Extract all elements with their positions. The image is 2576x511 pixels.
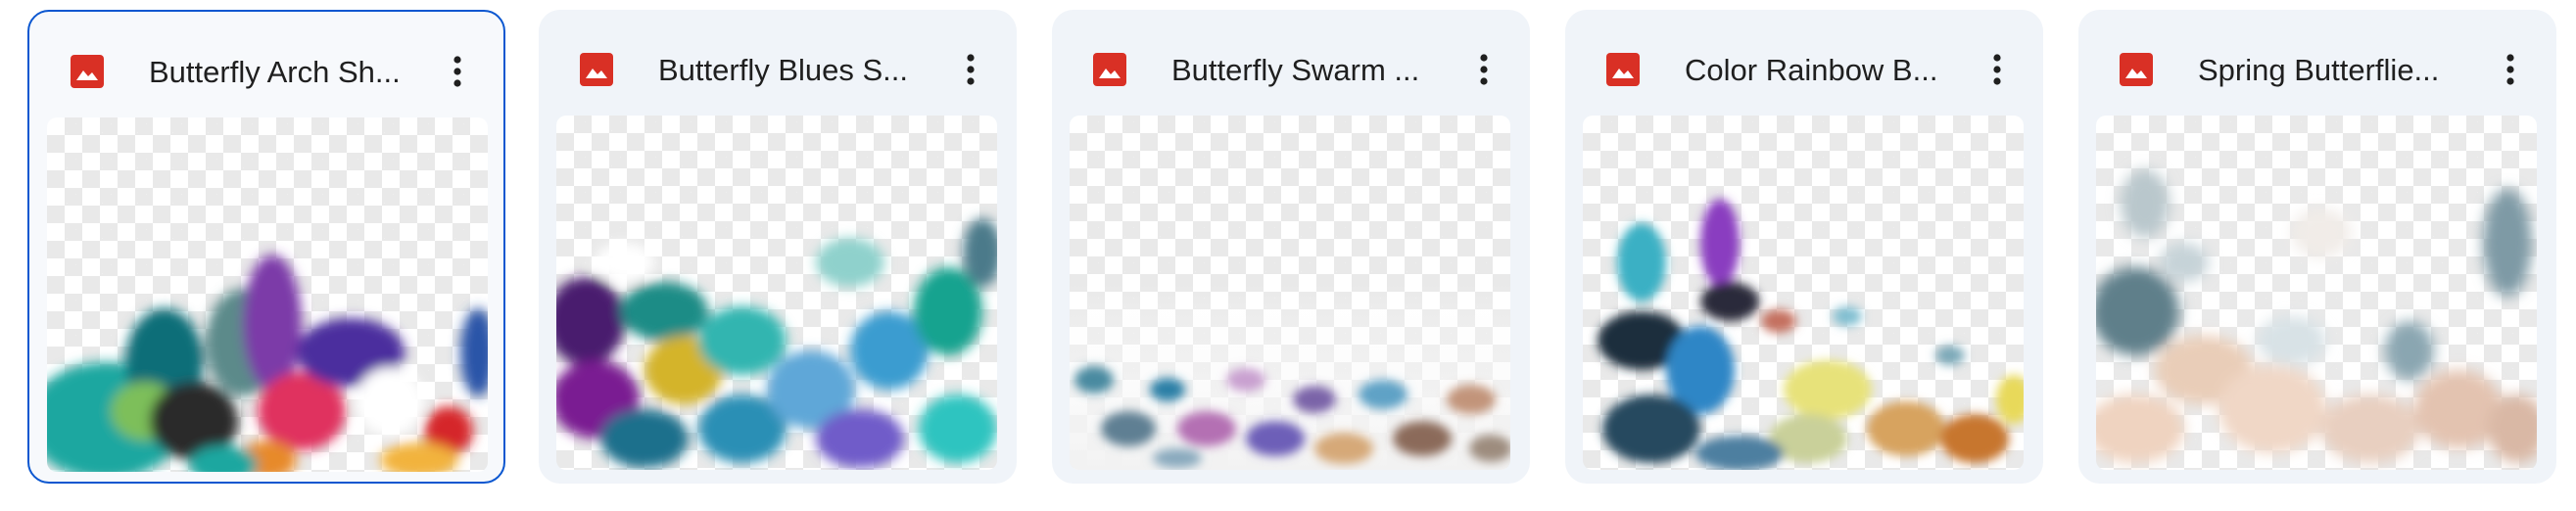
more-vert-icon <box>1480 54 1488 85</box>
more-actions-button[interactable] <box>946 45 995 94</box>
file-card[interactable]: Butterfly Arch Sh... <box>27 10 505 484</box>
butterfly-arch-image <box>47 255 488 472</box>
color-rainbow-image <box>1598 199 2024 470</box>
file-card-header: Color Rainbow B... <box>1565 10 2043 116</box>
file-title: Spring Butterflie... <box>2198 53 2440 87</box>
file-card[interactable]: Butterfly Swarm ... <box>1052 10 1530 484</box>
more-actions-button[interactable] <box>433 47 482 96</box>
file-thumbnail[interactable] <box>1070 116 1510 470</box>
more-vert-icon <box>2506 54 2514 85</box>
image-file-icon <box>1093 53 1126 86</box>
file-title: Butterfly Swarm ... <box>1171 53 1420 87</box>
file-card-header: Butterfly Swarm ... <box>1052 10 1530 116</box>
more-vert-icon <box>967 54 975 85</box>
spring-butterflies-image <box>2096 169 2537 463</box>
file-grid: Butterfly Arch Sh... Butterfly Blues S..… <box>0 0 2576 511</box>
file-title: Butterfly Blues S... <box>658 53 908 87</box>
file-card-header: Butterfly Arch Sh... <box>29 12 503 117</box>
file-title: Color Rainbow B... <box>1685 53 1938 87</box>
file-card[interactable]: Butterfly Blues S... <box>539 10 1017 484</box>
butterfly-blues-image <box>556 218 997 468</box>
image-file-icon <box>71 55 104 88</box>
file-title: Butterfly Arch Sh... <box>149 55 401 89</box>
more-actions-button[interactable] <box>1973 45 2022 94</box>
more-actions-button[interactable] <box>2486 45 2535 94</box>
file-card[interactable]: Color Rainbow B... <box>1565 10 2043 484</box>
more-vert-icon <box>453 56 461 87</box>
file-thumbnail[interactable] <box>2096 116 2537 470</box>
image-file-icon <box>580 53 613 86</box>
image-file-icon <box>2120 53 2153 86</box>
file-card-header: Butterfly Blues S... <box>539 10 1017 116</box>
more-vert-icon <box>1993 54 2001 85</box>
file-thumbnail[interactable] <box>556 116 997 470</box>
file-thumbnail[interactable] <box>47 117 488 472</box>
butterfly-swarm-image <box>1070 282 1510 470</box>
file-card-header: Spring Butterflie... <box>2078 10 2556 116</box>
more-actions-button[interactable] <box>1459 45 1508 94</box>
file-card[interactable]: Spring Butterflie... <box>2078 10 2556 484</box>
image-file-icon <box>1606 53 1640 86</box>
file-thumbnail[interactable] <box>1583 116 2024 470</box>
